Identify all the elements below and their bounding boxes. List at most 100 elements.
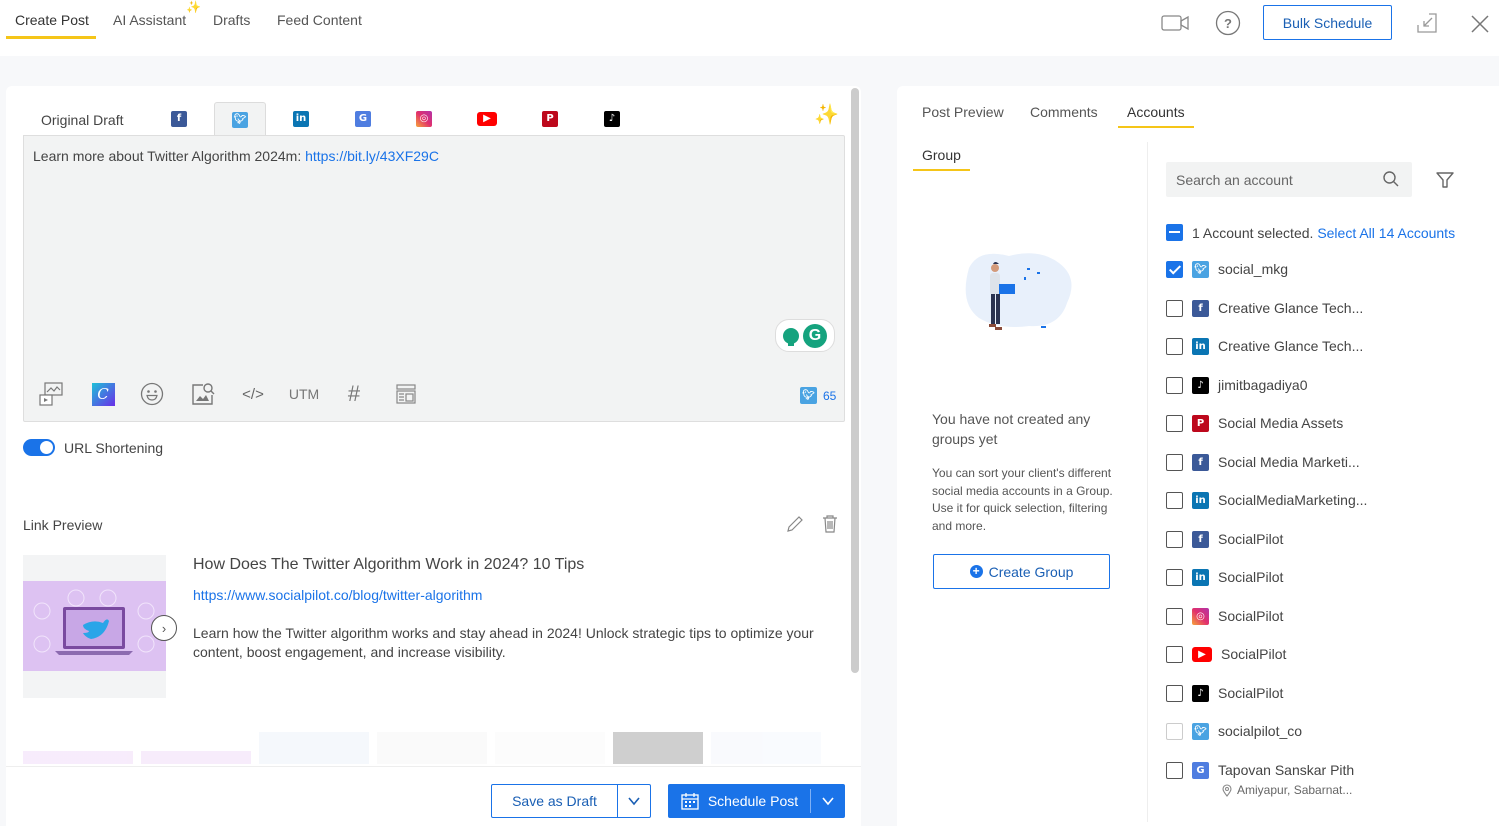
url-shortening-toggle[interactable]: URL Shortening	[23, 439, 163, 456]
account-checkbox[interactable]	[1166, 454, 1183, 471]
account-checkbox[interactable]	[1166, 569, 1183, 586]
tab-post-preview[interactable]: Post Preview	[922, 104, 1004, 120]
grammarly-bulb-icon[interactable]	[783, 327, 799, 346]
linkedin-icon: in	[1192, 338, 1209, 355]
facebook-icon: f	[1192, 454, 1209, 471]
account-checkbox[interactable]	[1166, 762, 1183, 779]
account-item[interactable]: in Creative Glance Tech...	[1166, 337, 1363, 356]
account-checkbox[interactable]	[1166, 415, 1183, 432]
tab-comments[interactable]: Comments	[1030, 104, 1098, 120]
save-draft-dropdown[interactable]	[618, 785, 650, 817]
account-item[interactable]: G Tapovan Sanskar Pith Amiyapur, Sabarnat.…	[1166, 761, 1354, 798]
post-editor[interactable]: Learn more about Twitter Algorithm 2024m…	[23, 135, 845, 422]
account-item[interactable]: f Creative Glance Tech...	[1166, 299, 1363, 318]
suggestion-thumb[interactable]	[495, 732, 605, 764]
emoji-icon[interactable]	[137, 379, 167, 409]
composer-scrollbar[interactable]	[851, 88, 859, 673]
account-item[interactable]: f Social Media Marketi...	[1166, 453, 1360, 472]
suggestion-thumb[interactable]	[377, 732, 487, 764]
suggestion-thumb[interactable]	[23, 732, 133, 764]
suggestion-thumb[interactable]	[711, 732, 821, 764]
select-all-link[interactable]: Select All 14 Accounts	[1317, 225, 1455, 241]
close-icon[interactable]	[1469, 13, 1491, 35]
account-checkbox[interactable]	[1166, 685, 1183, 702]
tab-twitter[interactable]: 🐦︎	[214, 102, 266, 136]
account-checkbox[interactable]	[1166, 531, 1183, 548]
account-checkbox[interactable]	[1166, 723, 1183, 740]
account-checkbox[interactable]	[1166, 338, 1183, 355]
account-item[interactable]: ♪ SocialPilot	[1166, 684, 1283, 703]
active-tab-underline	[1118, 126, 1194, 128]
media-library-icon[interactable]	[36, 379, 66, 409]
location-text: Amiyapur, Sabarnat...	[1237, 783, 1353, 797]
canva-icon[interactable]: C	[88, 379, 118, 409]
location-pin-icon	[1222, 783, 1232, 797]
toggle-switch[interactable]	[23, 439, 55, 456]
account-checkbox[interactable]	[1166, 377, 1183, 394]
tab-youtube[interactable]: ▶	[461, 102, 513, 135]
grammarly-widget[interactable]: G	[775, 319, 835, 352]
account-info: Creative Glance Tech...	[1218, 299, 1363, 318]
video-icon[interactable]	[1160, 11, 1190, 35]
account-item[interactable]: in SocialMediaMarketing...	[1166, 491, 1367, 510]
tab-linkedin[interactable]: in	[275, 102, 327, 135]
suggestion-thumb[interactable]	[141, 732, 251, 764]
suggestion-thumb[interactable]	[259, 732, 369, 764]
filter-icon[interactable]	[1435, 170, 1455, 195]
schedule-dropdown[interactable]	[811, 784, 845, 818]
twitter-icon: 🐦︎	[232, 111, 248, 128]
suggestion-thumb[interactable]	[613, 732, 703, 764]
post-short-link[interactable]: https://bit.ly/43XF29C	[305, 148, 439, 164]
tab-drafts[interactable]: Drafts	[213, 12, 250, 28]
tab-feed-content[interactable]: Feed Content	[277, 12, 362, 28]
image-suggestions-strip	[23, 732, 843, 764]
account-checkbox[interactable]	[1166, 300, 1183, 317]
create-group-button[interactable]: + Create Group	[933, 554, 1110, 589]
utm-button[interactable]: UTM	[289, 379, 319, 409]
account-item[interactable]: ◎ SocialPilot	[1166, 607, 1283, 626]
link-preview-url[interactable]: https://www.socialpilot.co/blog/twitter-…	[193, 587, 482, 603]
schedule-post-button[interactable]: Schedule Post	[668, 789, 811, 813]
account-name: SocialPilot	[1218, 685, 1284, 701]
minimize-icon[interactable]	[1416, 12, 1438, 34]
tab-tiktok[interactable]: ♪	[586, 102, 638, 135]
account-checkbox[interactable]	[1166, 608, 1183, 625]
tab-accounts[interactable]: Accounts	[1127, 104, 1185, 120]
account-checkbox[interactable]	[1166, 492, 1183, 509]
hashtag-icon[interactable]: #	[339, 379, 369, 409]
composer-panel: Original Draft f 🐦︎ in G ◎ ▶ P ♪ ✨ Learn…	[6, 86, 861, 826]
edit-icon[interactable]	[785, 514, 805, 539]
save-draft-button[interactable]: Save as Draft	[492, 785, 618, 817]
account-item[interactable]: ▶ SocialPilot	[1166, 645, 1286, 664]
trash-icon[interactable]	[821, 514, 839, 539]
account-item[interactable]: 🐦︎ socialpilot_co	[1166, 722, 1302, 741]
post-text[interactable]: Learn more about Twitter Algorithm 2024m…	[33, 148, 439, 164]
tab-group[interactable]: Group	[922, 147, 961, 163]
bulk-schedule-button[interactable]: Bulk Schedule	[1263, 5, 1392, 40]
account-item[interactable]: P Social Media Assets	[1166, 414, 1343, 433]
tab-instagram[interactable]: ◎	[398, 102, 450, 135]
account-item[interactable]: in SocialPilot	[1166, 568, 1283, 587]
account-info: SocialPilot	[1218, 607, 1283, 626]
tab-ai-assistant[interactable]: AI Assistant	[113, 12, 186, 28]
tab-create-post[interactable]: Create Post	[15, 12, 89, 28]
account-item[interactable]: 🐦︎ social_mkg	[1166, 260, 1288, 279]
code-icon[interactable]: </>	[238, 379, 268, 409]
account-item[interactable]: ♪ jimitbagadiya0	[1166, 376, 1308, 395]
grammarly-logo-icon[interactable]: G	[803, 323, 827, 348]
account-item[interactable]: f SocialPilot	[1166, 530, 1283, 549]
tab-pinterest[interactable]: P	[524, 102, 576, 135]
help-icon[interactable]: ?	[1214, 9, 1241, 36]
image-search-icon[interactable]	[188, 379, 218, 409]
tab-original-draft[interactable]: Original Draft	[41, 112, 123, 128]
select-all-checkbox[interactable]	[1166, 224, 1183, 241]
account-checkbox[interactable]	[1166, 646, 1183, 663]
tab-facebook[interactable]: f	[153, 102, 205, 135]
next-image-button[interactable]: ›	[151, 615, 177, 641]
template-icon[interactable]	[391, 379, 421, 409]
account-checkbox[interactable]	[1166, 261, 1183, 278]
search-icon[interactable]	[1382, 170, 1400, 193]
account-search-input[interactable]	[1176, 171, 1366, 188]
ai-sparkle-icon[interactable]: ✨	[814, 102, 839, 127]
tab-google-business[interactable]: G	[337, 102, 389, 135]
